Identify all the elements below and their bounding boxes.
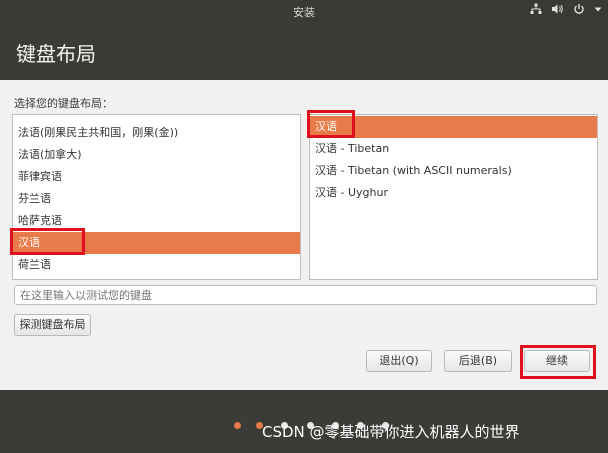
page-header: 键盘布局 <box>0 22 608 80</box>
variant-list-item[interactable]: 汉语 - Tibetan (with ASCII numerals) <box>310 160 597 182</box>
continue-button[interactable]: 继续 <box>524 350 590 372</box>
layout-list-item[interactable]: 法语(加拿大) <box>13 144 300 166</box>
content-panel: 选择您的键盘布局： 法语(刚果民主共和国，刚果(金)) 法语(加拿大) 菲律宾语… <box>0 80 608 390</box>
layout-list-item[interactable]: 哈萨克语 <box>13 210 300 232</box>
detect-layout-button[interactable]: 探测键盘布局 <box>14 314 91 336</box>
layout-list-item[interactable]: 荷兰语 <box>13 254 300 276</box>
keyboard-test-input[interactable] <box>14 285 597 305</box>
variant-list-item-selected[interactable]: 汉语 <box>310 116 597 138</box>
watermark-text: CSDN @零基础带你进入机器人的世界 <box>262 423 520 441</box>
progress-dot-complete <box>234 422 241 429</box>
volume-icon[interactable] <box>551 3 564 18</box>
page-title: 键盘布局 <box>16 42 96 66</box>
dropdown-icon[interactable] <box>594 3 602 18</box>
layout-list-item-selected[interactable]: 汉语 <box>13 232 300 254</box>
variant-list-item[interactable]: 汉语 - Uyghur <box>310 182 597 204</box>
layout-prompt-label: 选择您的键盘布局： <box>14 97 113 110</box>
keyboard-variant-list[interactable]: 汉语 汉语 - Tibetan 汉语 - Tibetan (with ASCII… <box>309 114 598 280</box>
window-title: 安装 <box>293 6 315 19</box>
layout-list-item[interactable]: 法语(刚果民主共和国，刚果(金)) <box>13 122 300 144</box>
bottom-bar: CSDN @零基础带你进入机器人的世界 <box>0 390 608 453</box>
variant-list-item[interactable]: 汉语 - Tibetan <box>310 138 597 160</box>
keyboard-layout-list[interactable]: 法语(刚果民主共和国，刚果(金)) 法语(加拿大) 菲律宾语 芬兰语 哈萨克语 … <box>12 114 301 280</box>
quit-button[interactable]: 退出(Q) <box>366 350 432 372</box>
layout-list-item[interactable]: 芬兰语 <box>13 188 300 210</box>
system-tray <box>530 3 602 18</box>
layout-list-item[interactable]: 菲律宾语 <box>13 166 300 188</box>
top-bar: 安装 <box>0 0 608 22</box>
back-button[interactable]: 后退(B) <box>444 350 512 372</box>
power-icon[interactable] <box>573 3 585 18</box>
network-icon[interactable] <box>530 3 542 18</box>
